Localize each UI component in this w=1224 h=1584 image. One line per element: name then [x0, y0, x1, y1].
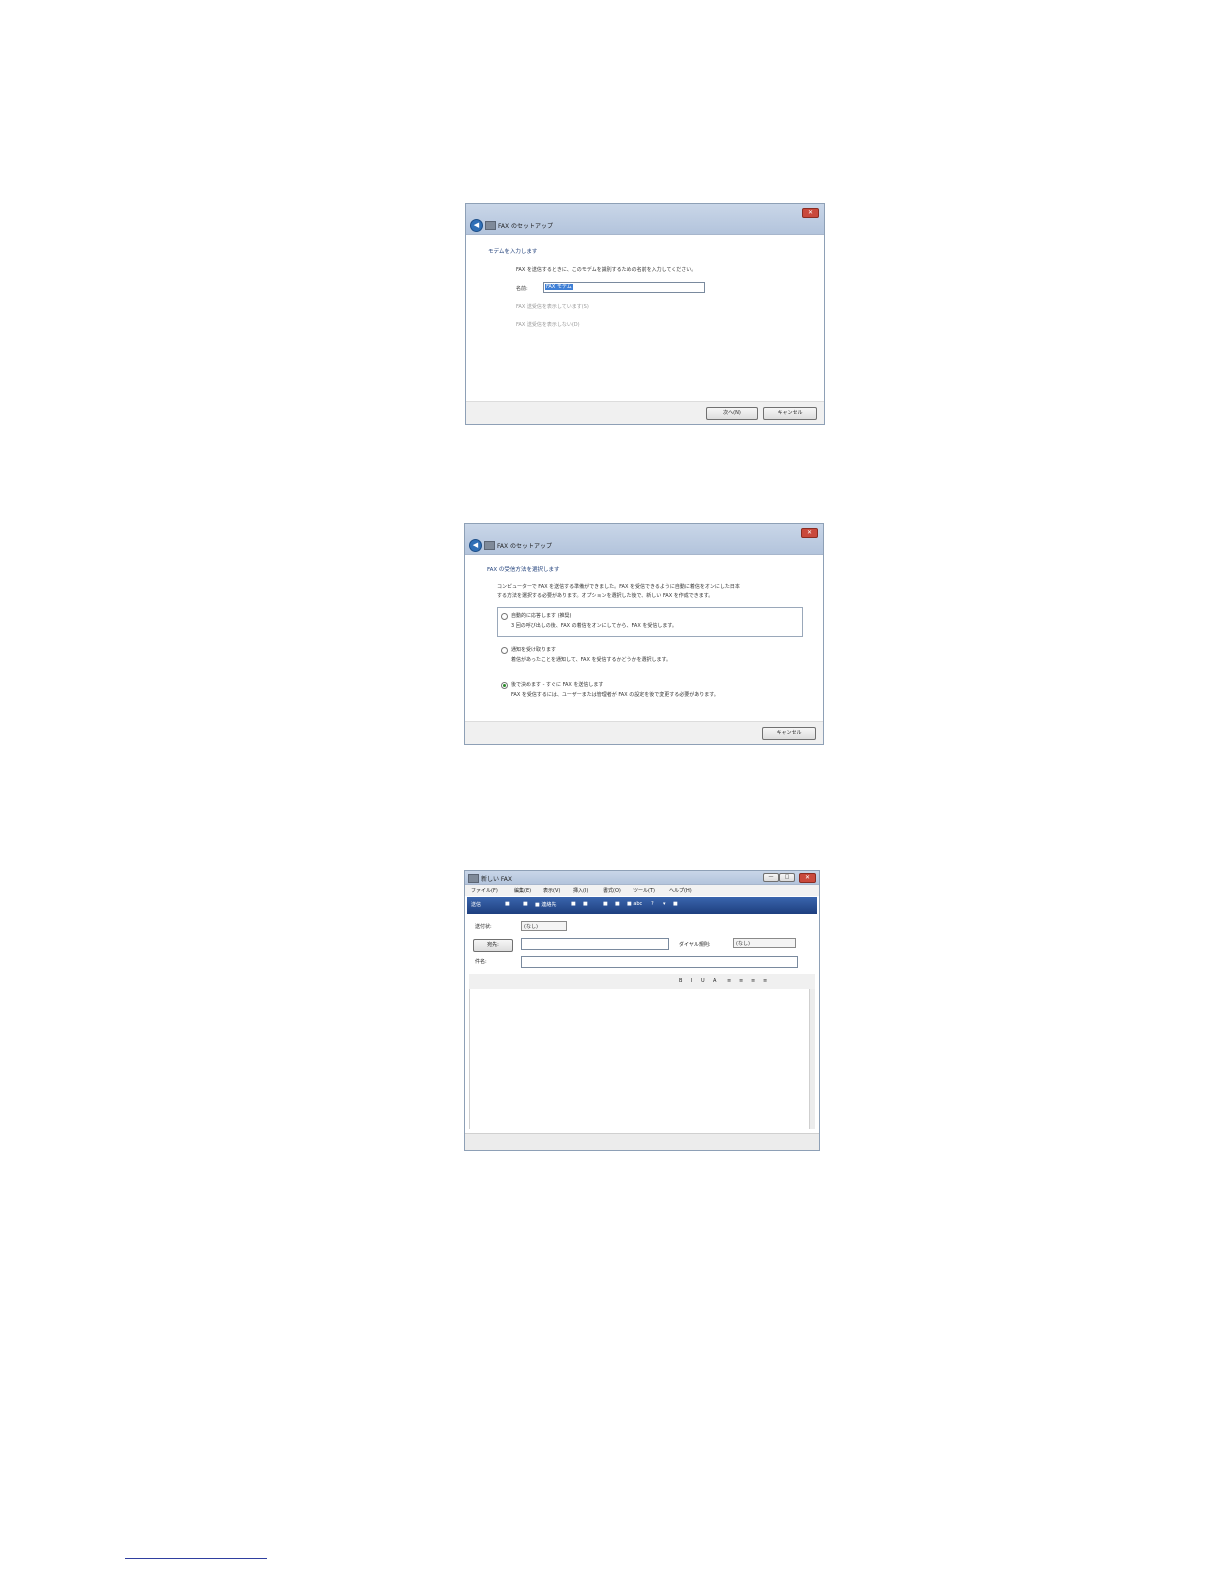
- minimize-icon[interactable]: —: [763, 873, 779, 882]
- menu-format[interactable]: 書式(O): [603, 887, 621, 894]
- toolbar-icon[interactable]: ■: [523, 901, 528, 907]
- window-title: FAX のセットアップ: [497, 543, 553, 550]
- option-desc: 3 回の呼び出しの後、FAX の着信をオンにしてから、FAX を受信します。: [511, 623, 677, 629]
- option-title: 自動的に応答します (推奨): [511, 613, 572, 619]
- new-fax-window: 新しい FAX — □ ✕ ファイル(F) 編集(E) 表示(V) 挿入(I) …: [464, 870, 820, 1151]
- toolbar-icon[interactable]: ■: [603, 901, 608, 907]
- close-icon[interactable]: ✕: [799, 873, 816, 883]
- toolbar-icon[interactable]: ■: [505, 901, 510, 907]
- maximize-icon[interactable]: □: [779, 873, 795, 882]
- instruction-text: FAX を送信するときに、このモデムを識別するための名前を入力してください。: [516, 267, 697, 273]
- radio-decide-later[interactable]: [501, 682, 508, 689]
- option-desc: 着信があったことを通知して、FAX を受信するかどうかを選択します。: [511, 657, 671, 663]
- title-bar: 新しい FAX — □ ✕: [465, 871, 819, 885]
- format-toolbar: B I U A ≡ ≡ ≡ ≡: [469, 974, 815, 990]
- message-body[interactable]: [469, 989, 810, 1129]
- option-show-status: FAX 送受信を表示しています(S): [516, 304, 589, 310]
- toolbar-icon[interactable]: ■: [673, 901, 678, 907]
- align-right-button[interactable]: ≡: [751, 978, 755, 984]
- close-icon[interactable]: ✕: [802, 208, 819, 218]
- cancel-button[interactable]: キャンセル: [763, 407, 817, 420]
- title-bar: ✕ ◀ FAX のセットアップ: [465, 524, 823, 555]
- toolbar: 送信 ■ ■ ■ 連絡先 ■ ■ ■ ■ ■ abc ? ▾ ■: [467, 897, 817, 914]
- status-bar: [465, 1133, 819, 1150]
- option-hide-status: FAX 送受信を表示しない(D): [516, 322, 580, 328]
- align-left-button[interactable]: ≡: [727, 978, 731, 984]
- dialing-rule-select[interactable]: (なし): [733, 938, 796, 948]
- name-label: 名前:: [516, 286, 528, 292]
- intro-line-2: する方法を選択する必要があります。オプションを選択した後で、新しい FAX を作…: [497, 593, 714, 599]
- next-button[interactable]: 次へ(N): [706, 407, 758, 420]
- dialog-content: FAX の受信方法を選択します コンピューターで FAX を送信する準備ができま…: [465, 555, 823, 722]
- option-auto-answer[interactable]: 自動的に応答します (推奨) 3 回の呼び出しの後、FAX の着信をオンにしてか…: [497, 607, 803, 637]
- name-input-value: FAX モデム: [545, 284, 573, 290]
- align-center-button[interactable]: ≡: [739, 978, 743, 984]
- toolbar-icon[interactable]: ■: [571, 901, 576, 907]
- subject-input[interactable]: [521, 956, 798, 968]
- vertical-scrollbar[interactable]: [809, 989, 815, 1129]
- intro-line-1: コンピューターで FAX を送信する準備ができました。FAX を受信できるように…: [497, 584, 740, 590]
- menu-edit[interactable]: 編集(E): [514, 887, 531, 894]
- cancel-button[interactable]: キャンセル: [762, 727, 816, 740]
- fax-setup-receive-dialog: ✕ ◀ FAX のセットアップ FAX の受信方法を選択します コンピューターで…: [464, 523, 824, 745]
- fax-setup-name-dialog: ✕ ◀ FAX のセットアップ モデムを入力します FAX を送信するときに、こ…: [465, 203, 825, 425]
- menu-file[interactable]: ファイル(F): [471, 887, 498, 894]
- menu-help[interactable]: ヘルプ(H): [669, 887, 692, 894]
- footnote-divider: [125, 1558, 267, 1559]
- cover-page-select[interactable]: (なし): [521, 921, 567, 931]
- option-title: 通知を受け取ります: [511, 647, 557, 653]
- help-icon[interactable]: ?: [651, 901, 654, 907]
- option-title: 後で決めます - すぐに FAX を送信します: [511, 682, 604, 688]
- cover-page-label: 送付状:: [475, 924, 492, 930]
- fax-icon: [468, 874, 479, 883]
- menu-insert[interactable]: 挿入(I): [573, 887, 588, 894]
- contacts-button[interactable]: ■ 連絡先: [535, 901, 556, 908]
- window-title: 新しい FAX: [481, 876, 513, 883]
- subject-label: 件名:: [475, 959, 487, 965]
- to-button[interactable]: 宛先:: [473, 939, 513, 952]
- recipient-input[interactable]: [521, 938, 669, 950]
- page-heading: モデムを入力します: [488, 249, 538, 255]
- italic-button[interactable]: I: [691, 978, 692, 984]
- toolbar-icon[interactable]: ■: [583, 901, 588, 907]
- dialog-content: モデムを入力します FAX を送信するときに、このモデムを識別するための名前を入…: [466, 235, 824, 402]
- spellcheck-button[interactable]: ■ abc: [627, 901, 642, 907]
- font-color-button[interactable]: A: [713, 978, 716, 984]
- radio-auto-answer[interactable]: [501, 613, 508, 620]
- justify-button[interactable]: ≡: [763, 978, 767, 984]
- send-button[interactable]: 送信: [471, 901, 481, 908]
- menu-view[interactable]: 表示(V): [543, 887, 560, 894]
- page-heading: FAX の受信方法を選択します: [487, 567, 560, 573]
- close-icon[interactable]: ✕: [801, 528, 818, 538]
- back-arrow-icon[interactable]: ◀: [470, 219, 483, 232]
- radio-notify[interactable]: [501, 647, 508, 654]
- name-input[interactable]: FAX モデム: [543, 282, 705, 293]
- option-desc: FAX を受信するには、ユーザーまたは管理者が FAX の設定を後で変更する必要…: [511, 692, 719, 698]
- dialog-footer: キャンセル: [465, 721, 823, 744]
- toolbar-icon[interactable]: ■: [615, 901, 620, 907]
- window-title: FAX のセットアップ: [498, 223, 554, 230]
- underline-button[interactable]: U: [701, 978, 705, 984]
- title-bar: ✕ ◀ FAX のセットアップ: [466, 204, 824, 235]
- bold-button[interactable]: B: [679, 978, 682, 984]
- menu-tools[interactable]: ツール(T): [633, 887, 655, 894]
- menu-bar: ファイル(F) 編集(E) 表示(V) 挿入(I) 書式(O) ツール(T) ヘ…: [465, 885, 819, 896]
- back-arrow-icon[interactable]: ◀: [469, 539, 482, 552]
- dialog-footer: 次へ(N) キャンセル: [466, 401, 824, 424]
- dialing-rule-label: ダイヤル規則:: [679, 942, 711, 948]
- fax-icon: [484, 541, 495, 550]
- fax-icon: [485, 221, 496, 230]
- dropdown-icon[interactable]: ▾: [663, 901, 666, 907]
